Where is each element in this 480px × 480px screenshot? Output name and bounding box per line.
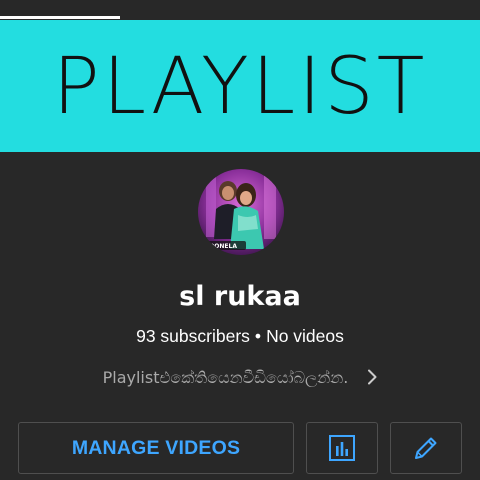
channel-avatar[interactable]: SDONELA [198,169,284,255]
edit-channel-button[interactable] [390,422,462,474]
loading-progress-bar [0,16,120,19]
banner-title: PLAYLIST [52,42,428,132]
channel-page: PLAYLIST SDONELA sl rukaa 93 subscribers… [0,0,480,480]
subscriber-count: 93 subscribers [136,326,250,346]
avatar-photo: SDONELA [198,169,284,255]
channel-description-link[interactable]: Playlistඑකේතියෙනවීඩියෝබලන්න. [0,366,480,390]
channel-stats: 93 subscribers • No videos [0,325,480,347]
edit-pencil-icon [415,437,437,459]
analytics-button[interactable] [306,422,378,474]
channel-name: sl rukaa [179,281,301,312]
status-bar-area [0,0,480,20]
svg-text:SDONELA: SDONELA [205,243,237,250]
channel-description: Playlistඑකේතියෙනවීඩියෝබලන්න. [102,368,349,387]
channel-banner: PLAYLIST [0,20,480,152]
analytics-icon [329,435,355,461]
manage-videos-button[interactable]: MANAGE VIDEOS [18,422,294,474]
stats-separator: • [254,326,262,346]
video-count: No videos [266,326,344,346]
chevron-right-icon [368,369,377,385]
